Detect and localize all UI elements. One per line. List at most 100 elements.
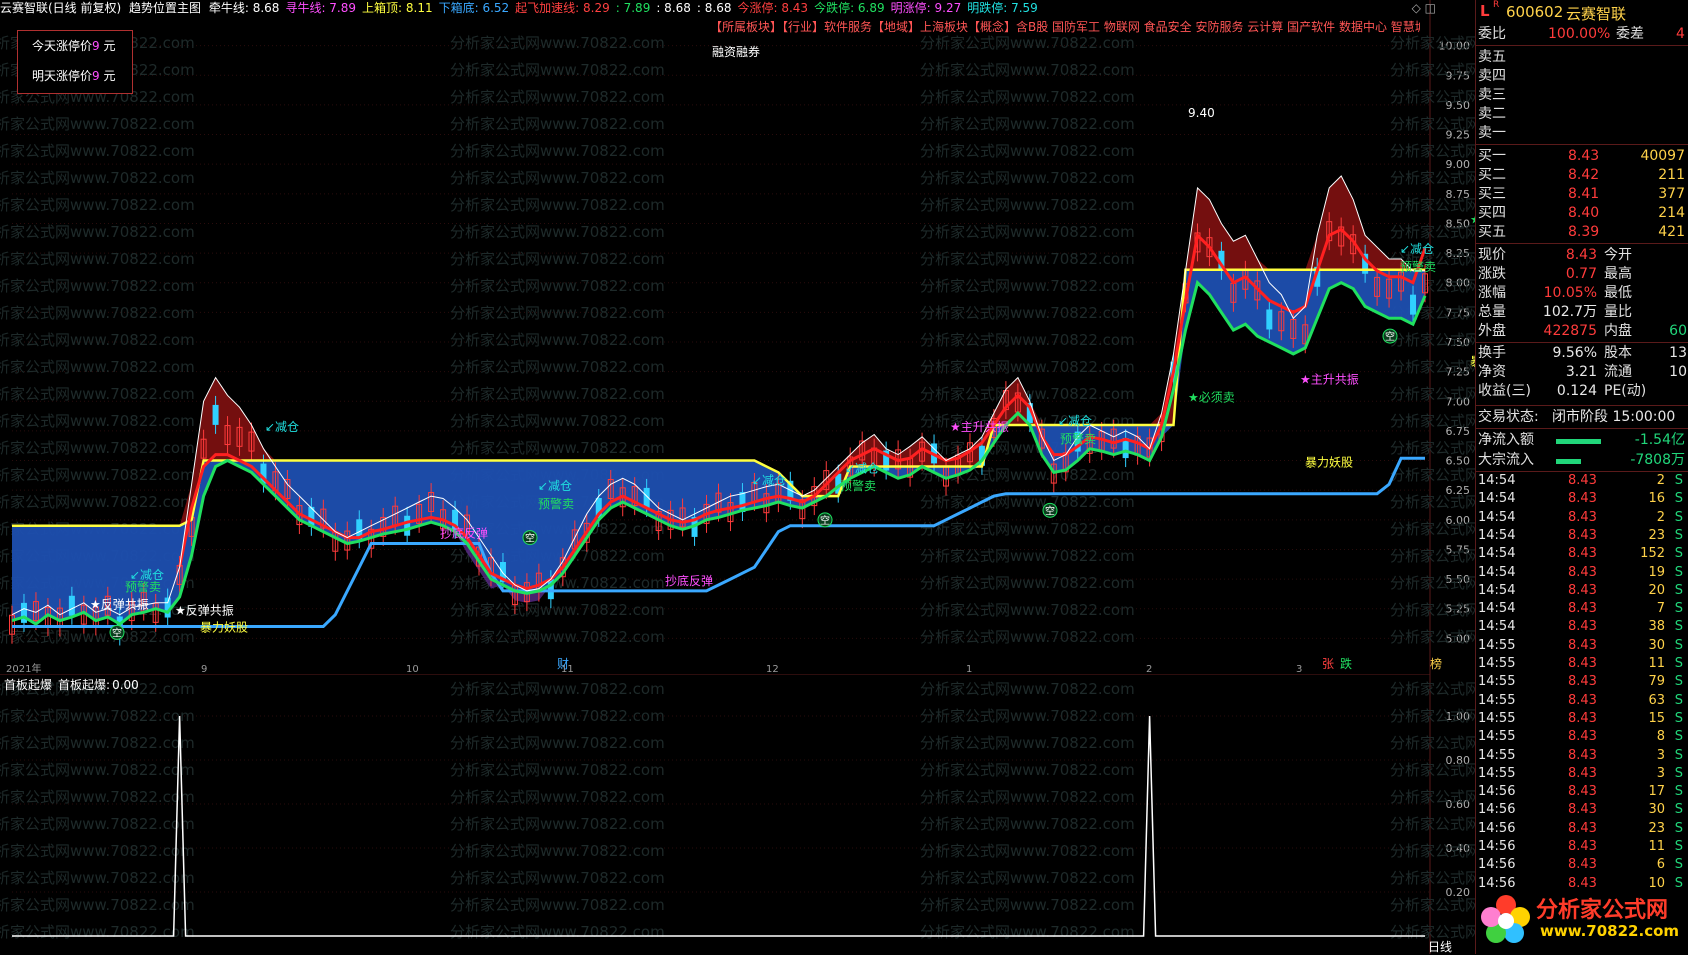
tick-row[interactable]: 14:54 8.43 16 S [1476,490,1688,508]
tick-time: 14:54 [1478,473,1516,488]
indicator-chart[interactable]: 1.000.800.600.400.20分析家公式网www.70822.com 分… [0,674,1475,954]
tick-time: 14:54 [1478,564,1516,580]
date-axis-label: 9 [201,664,207,674]
tick-time: 14:56 [1478,820,1516,836]
indicator-value-10: 明涨停: 9.27 [890,1,962,15]
concept-tags[interactable]: 【所属板块】【行业】软件服务【地域】上海板块【概念】含B股 国防军工 物联网 食… [710,18,1420,36]
quote-row: 涨幅 10.05% 最低 [1476,284,1688,303]
sell-label: 卖二 [1478,106,1506,122]
flower-icon [1481,895,1530,943]
chart-area[interactable]: 10.00 9.75 9.50 9.25 9.00 8.75 8.50 8.25 8.00 7.7… [0,0,1475,954]
tick-volume: 16 [1648,491,1665,507]
tick-row[interactable]: 14:55 8.43 3 S [1476,747,1688,765]
watermark-text: 分析家公式网www.70822.com [0,439,195,457]
tick-volume: 6 [1656,857,1665,873]
tick-row[interactable]: 14:54 8.43 2 S [1476,509,1688,527]
divider [1476,342,1688,343]
tick-row[interactable]: 14:55 8.43 8 S [1476,728,1688,746]
watermark-text: 分析家公式网www.70822.com [1390,896,1475,914]
watermark-text: 分析家公式网www.70822.com [1390,331,1475,349]
tick-price: 8.43 [1568,619,1597,635]
tick-volume: 2 [1656,473,1665,488]
tick-row[interactable]: 14:55 8.43 11 S [1476,655,1688,673]
tick-row[interactable]: 14:55 8.43 79 S [1476,673,1688,691]
tick-row[interactable]: 14:56 8.43 23 S [1476,820,1688,838]
tick-side: S [1674,546,1683,562]
period-label[interactable]: 日线 [1428,938,1452,955]
quote-label-2: 最低 [1604,285,1632,301]
tick-row[interactable]: 14:54 8.43 20 S [1476,582,1688,600]
watermark-text: 分析家公式网www.70822.com [450,223,665,241]
tick-volume: 7 [1656,601,1665,617]
diamond-icon[interactable]: ◇ [1412,1,1421,15]
tick-row[interactable]: 14:54 8.43 152 S [1476,545,1688,563]
tick-row[interactable]: 14:54 8.43 38 S [1476,618,1688,636]
sell-row[interactable]: 卖五 [1476,48,1688,67]
divider [1476,428,1688,429]
watermark-text: 分析家公式网www.70822.com [1390,169,1475,187]
commission-diff-label: 委差 [1616,26,1644,42]
candle-body [1410,294,1417,315]
indicator-value-5: : 7.89 [615,1,651,15]
buy-row[interactable]: 买五 8.39 421 [1476,223,1688,242]
tick-time: 14:55 [1478,692,1516,708]
tick-row[interactable]: 14:54 8.43 19 S [1476,564,1688,582]
tick-price: 8.43 [1568,747,1597,763]
watermark-text: 分析家公式网www.70822.com [1390,601,1475,619]
watermark-text: 分析家公式网www.70822.com [1390,385,1475,403]
sell-row[interactable]: 卖四 [1476,67,1688,86]
watermark-text: 分析家公式网www.70822.com [1390,520,1475,538]
fundamental-label: 换手 [1478,345,1506,361]
flow-value: -1.54亿 [1634,432,1685,448]
chart-annotation: ★主升共振 [1300,372,1359,386]
tick-volume: 11 [1648,656,1665,671]
tick-volume: 2 [1656,509,1665,525]
window-icon[interactable]: ◫ [1425,1,1436,15]
tick-row[interactable]: 14:55 8.43 3 S [1476,765,1688,783]
sell-row[interactable]: 卖二 [1476,105,1688,124]
trade-status-row: 交易状态: 闭市阶段 15:00:00 [1476,408,1688,427]
tick-row[interactable]: 14:54 8.43 23 S [1476,527,1688,545]
today-limit-row: 今天涨停价9 元 [32,37,116,54]
stock-name[interactable]: 云赛智联 [1566,3,1626,24]
watermark-text: 分析家公式网www.70822.com [920,680,1135,698]
indicator-name[interactable]: 趋势位置主图 [129,1,201,15]
watermark-text: 分析家公式网www.70822.com [450,196,665,214]
sell-row[interactable]: 卖一 [1476,124,1688,143]
buy-row[interactable]: 买四 8.40 214 [1476,204,1688,223]
tick-volume: 152 [1640,546,1665,562]
price-chart[interactable]: 10.009.759.509.259.008.758.508.258.007.7… [0,0,1475,674]
tick-row[interactable]: 14:56 8.43 30 S [1476,801,1688,819]
tick-row[interactable]: 14:55 8.43 15 S [1476,710,1688,728]
tick-row[interactable]: 14:56 8.43 11 S [1476,838,1688,856]
tick-row[interactable]: 14:55 8.43 63 S [1476,692,1688,710]
event-label: 张 [1322,657,1334,671]
tick-row[interactable]: 14:56 8.43 17 S [1476,783,1688,801]
tick-row[interactable]: 14:54 8.43 7 S [1476,600,1688,618]
tick-side: S [1674,784,1683,800]
tick-side: S [1674,820,1683,836]
buy-row[interactable]: 买三 8.41 377 [1476,185,1688,204]
flag-r: R [1493,0,1500,10]
watermark-text: 分析家公式网www.70822.com [1390,574,1475,592]
tick-row[interactable]: 14:54 8.43 2 S [1476,472,1688,490]
stock-code[interactable]: 600602 [1506,3,1563,21]
tick-row[interactable]: 14:56 8.43 6S [1476,856,1688,874]
watermark-text: 分析家公式网www.70822.com [1390,869,1475,887]
watermark-text: 分析家公式网www.70822.com [920,142,1135,160]
tick-time: 14:54 [1478,601,1516,617]
indicator-title-value: 0.00 [112,678,139,692]
stock-title[interactable]: 云赛智联(日线 前复权) [0,1,121,15]
watermark-text: 分析家公式网www.70822.com [0,304,195,322]
indicator-title-name[interactable]: 首板起爆 [4,678,52,692]
buy-price: 8.42 [1568,167,1600,183]
buy-row[interactable]: 买一 8.43 40097 [1476,147,1688,166]
today-limit-value: 9 [92,39,100,53]
tick-row[interactable]: 14:55 8.43 30 S [1476,637,1688,655]
chart-annotation: 9.40 [1188,106,1215,120]
chart-annotation: 暴力妖股 [1305,455,1353,469]
sell-row[interactable]: 卖三 [1476,86,1688,105]
buy-row[interactable]: 买二 8.42 211 [1476,166,1688,185]
tick-price: 8.43 [1568,729,1597,745]
buy-volume: 40097 [1640,148,1685,164]
